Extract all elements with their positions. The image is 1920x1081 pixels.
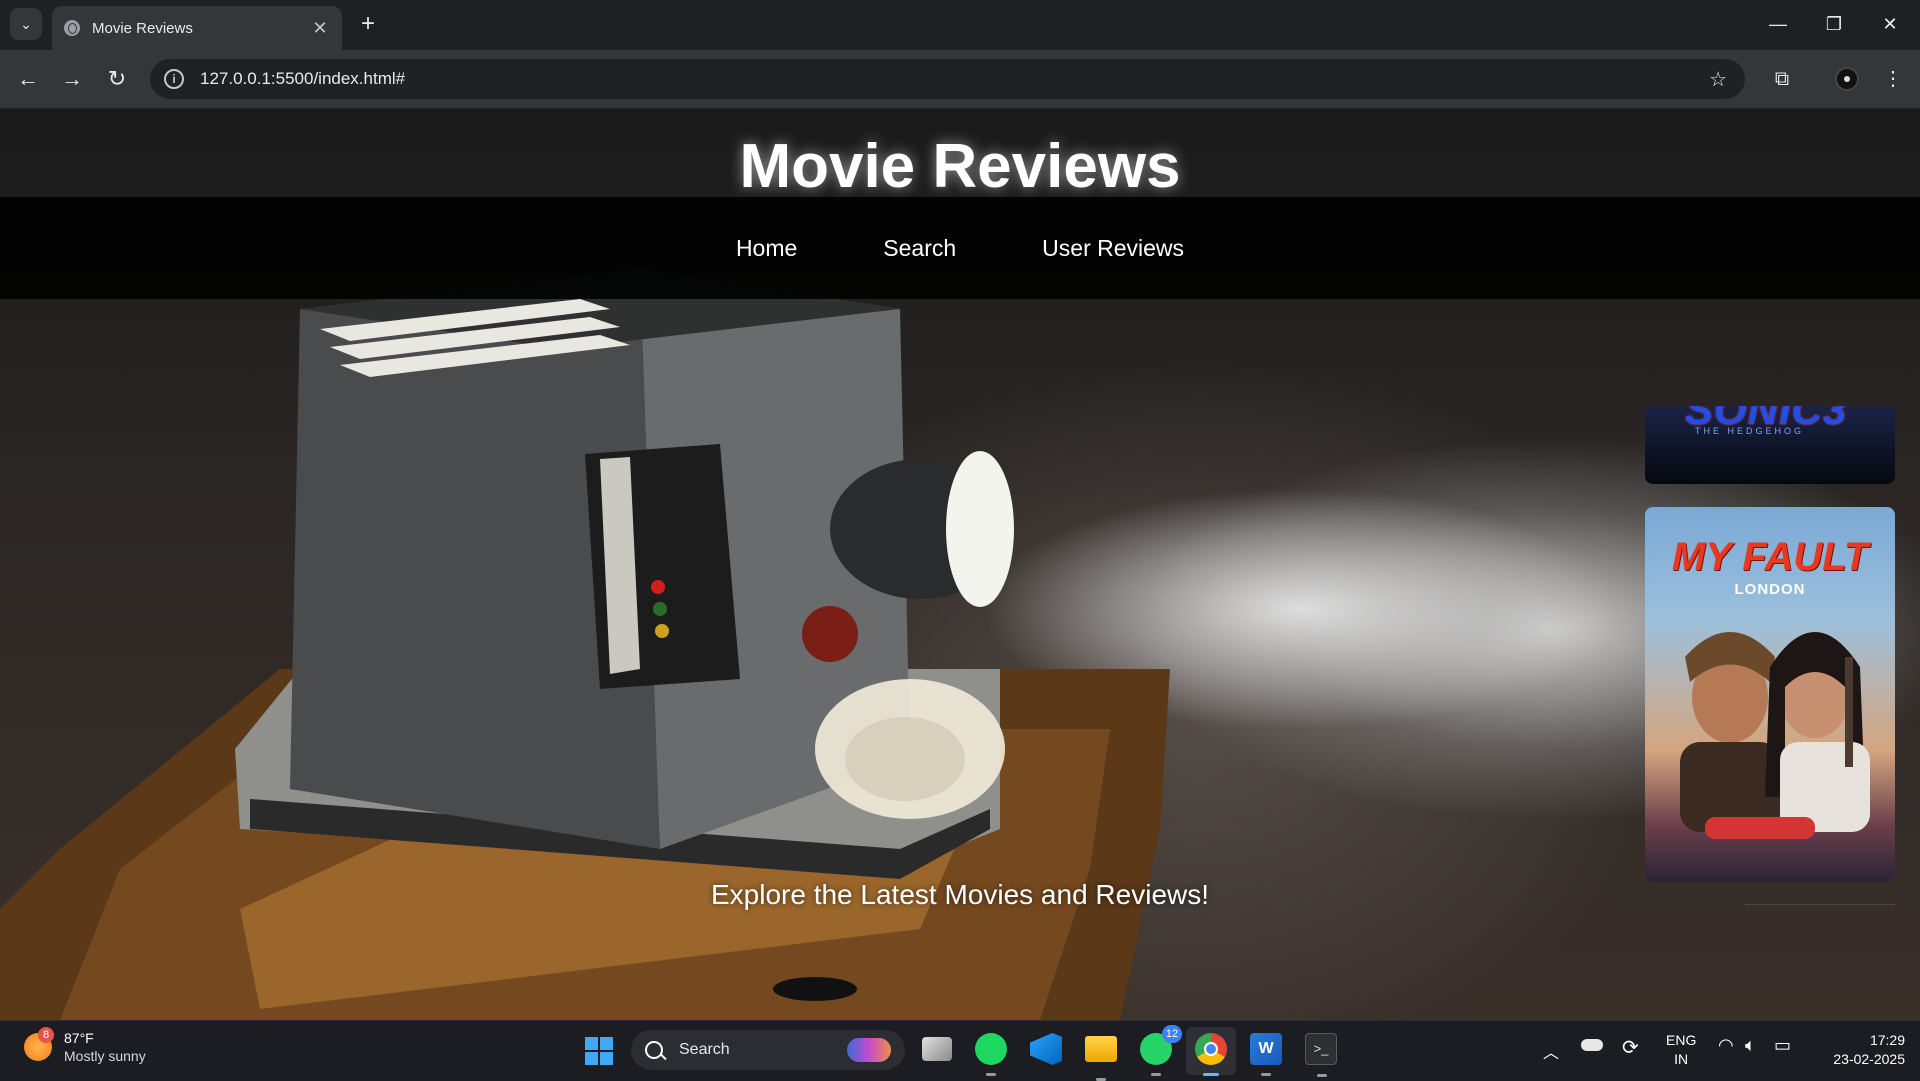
- show-hidden-icons-chevron-icon[interactable]: ︿: [1543, 1039, 1559, 1063]
- restore-button[interactable]: ❐: [1814, 10, 1854, 38]
- tab-search-button[interactable]: ⌄: [10, 8, 42, 40]
- browser-tab-bar: ⌄ Movie Reviews ✕ + — ❐ ✕: [0, 0, 1920, 50]
- site-info-icon[interactable]: i: [164, 69, 184, 89]
- menu-kebab-icon[interactable]: ⋮: [1877, 64, 1909, 94]
- clock-date: 23-02-2025: [1833, 1051, 1905, 1067]
- file-explorer-icon[interactable]: [1085, 1036, 1117, 1081]
- clock-time: 17:29: [1869, 1032, 1905, 1048]
- weather-condition: Mostly sunny: [64, 1048, 146, 1064]
- region-code: IN: [1674, 1051, 1689, 1067]
- sync-icon[interactable]: ⟳: [1622, 1035, 1639, 1060]
- onedrive-cloud-icon[interactable]: [1581, 1039, 1603, 1051]
- hero-tagline: Explore the Latest Movies and Reviews!: [710, 879, 1210, 910]
- minimize-button[interactable]: —: [1758, 10, 1798, 38]
- movie-poster-sonic[interactable]: SONIC3 THE HEDGEHOG: [1645, 406, 1895, 484]
- volume-muted-icon[interactable]: 🔈︎: [1745, 1035, 1756, 1056]
- windows-taskbar: 8 87°F Mostly sunny Search 12 W >_ ︿ ⟳ E…: [0, 1020, 1920, 1081]
- terminal-icon[interactable]: >_: [1305, 1033, 1337, 1077]
- weather-widget[interactable]: 8 87°F Mostly sunny: [24, 1027, 146, 1065]
- poster-art: [1680, 632, 1870, 839]
- site-title: Movie Reviews: [739, 132, 1181, 201]
- extensions-icon[interactable]: ⧉: [1766, 64, 1798, 94]
- spotify-icon[interactable]: [975, 1033, 1007, 1076]
- reload-icon[interactable]: ↻: [101, 64, 133, 96]
- poster-subtitle: THE HEDGEHOG: [1695, 426, 1805, 436]
- search-icon: [645, 1041, 663, 1059]
- windows-start-icon[interactable]: [585, 1037, 613, 1065]
- new-tab-button[interactable]: +: [354, 10, 382, 38]
- movie-poster-my-fault[interactable]: MY FAULT LONDON: [1645, 507, 1895, 882]
- taskbar-search-label: Search: [679, 1041, 730, 1058]
- language-indicator[interactable]: ENG IN: [1666, 1031, 1696, 1069]
- language-code: ENG: [1666, 1032, 1697, 1048]
- browser-tab[interactable]: Movie Reviews ✕: [52, 6, 342, 50]
- battery-icon[interactable]: ▭: [1774, 1035, 1791, 1056]
- nav-search-link[interactable]: Search: [883, 235, 956, 262]
- globe-icon: [64, 20, 80, 36]
- whatsapp-unread-badge: 12: [1162, 1025, 1182, 1043]
- task-view-icon[interactable]: [922, 1037, 952, 1061]
- profile-avatar[interactable]: [1835, 67, 1859, 91]
- address-bar[interactable]: i 127.0.0.1:5500/index.html# ☆: [150, 59, 1745, 99]
- page-viewport: Movie Reviews Home Search User Reviews S…: [0, 109, 1920, 1020]
- bookmark-star-icon[interactable]: ☆: [1709, 67, 1727, 92]
- nav-user-reviews-link[interactable]: User Reviews: [1042, 235, 1184, 262]
- nav-home-link[interactable]: Home: [736, 235, 797, 262]
- whatsapp-icon[interactable]: 12: [1140, 1025, 1182, 1076]
- browser-toolbar: ← → ↻ i 127.0.0.1:5500/index.html# ☆ ⧉ ⋮: [0, 50, 1920, 109]
- system-clock[interactable]: 17:29 23-02-2025: [1815, 1031, 1905, 1069]
- weather-temperature: 87°F: [64, 1030, 94, 1046]
- tab-title: Movie Reviews: [92, 19, 193, 37]
- word-icon[interactable]: W: [1250, 1033, 1282, 1076]
- chrome-icon[interactable]: [1195, 1033, 1227, 1076]
- wifi-icon[interactable]: ◠: [1718, 1035, 1734, 1056]
- forward-arrow-icon[interactable]: →: [56, 64, 88, 96]
- chevron-down-icon: ⌄: [20, 15, 32, 32]
- notification-badge: 8: [38, 1027, 54, 1043]
- back-arrow-icon[interactable]: ←: [12, 64, 44, 96]
- main-nav: Home Search User Reviews: [0, 197, 1920, 299]
- taskbar-search-box[interactable]: Search: [631, 1030, 905, 1070]
- url-text[interactable]: 127.0.0.1:5500/index.html#: [200, 69, 405, 89]
- weather-sun-icon: 8: [24, 1027, 54, 1061]
- copilot-icon[interactable]: [847, 1038, 891, 1062]
- close-window-button[interactable]: ✕: [1870, 10, 1910, 38]
- close-tab-icon[interactable]: ✕: [310, 18, 330, 39]
- vscode-icon[interactable]: [1030, 1033, 1062, 1065]
